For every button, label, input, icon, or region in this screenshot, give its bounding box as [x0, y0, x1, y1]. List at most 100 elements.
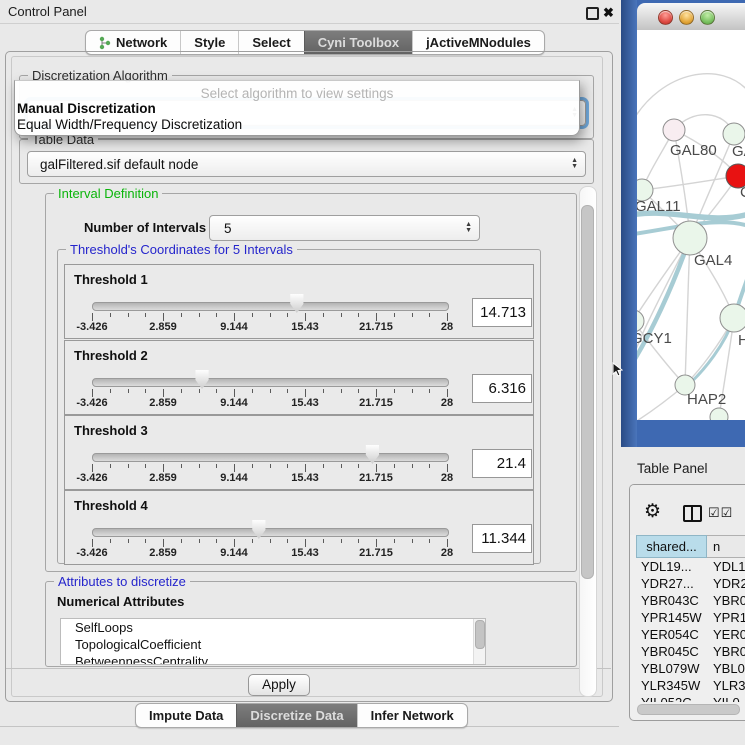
apply-button[interactable]: Apply: [248, 674, 310, 696]
application-window: Control Panel ✖ NetworkStyleSelectCyni T…: [0, 0, 745, 745]
network-edge[interactable]: [642, 176, 738, 190]
tick-mark: [163, 389, 164, 397]
node-label-hap2: HAP2: [687, 391, 726, 408]
tick-mark: [128, 539, 129, 543]
numerical-attributes-list[interactable]: SelfLoopsTopologicalCoefficientBetweenne…: [60, 618, 486, 665]
scale-label: 9.144: [220, 472, 248, 484]
tab-discretize-data[interactable]: Discretize Data: [236, 704, 356, 727]
threshold-slider-track[interactable]: [92, 453, 449, 462]
tab-label: Discretize Data: [250, 708, 343, 723]
threshold-label: Threshold 3: [74, 423, 148, 438]
scale-label: 28: [441, 397, 453, 409]
algorithm-dropdown-popup: Select algorithm to view settings Manual…: [14, 80, 580, 136]
tick-mark: [341, 539, 342, 543]
tick-mark: [92, 389, 93, 397]
main-scrollbar[interactable]: [579, 186, 597, 697]
attribute-item-selfloops[interactable]: SelfLoops: [61, 619, 485, 636]
tick-mark: [341, 389, 342, 393]
threshold-slider-track[interactable]: [92, 378, 449, 387]
scale-label: -3.426: [76, 397, 107, 409]
tick-mark: [234, 313, 235, 321]
table-row[interactable]: YBR043CYBR0: [636, 592, 745, 609]
checkbox-icons[interactable]: ☑☑: [708, 505, 733, 521]
cell-name: YBR0: [707, 643, 745, 660]
table-row[interactable]: YER054CYER0: [636, 626, 745, 643]
attribute-item-topologicalcoefficient[interactable]: TopologicalCoefficient: [61, 636, 485, 653]
network-node-gal4[interactable]: [673, 221, 707, 255]
threshold-value-field[interactable]: [472, 524, 532, 553]
scale-label: 2.859: [149, 321, 177, 333]
threshold-value-field[interactable]: [472, 374, 532, 403]
menu-item-manual-discretization[interactable]: Manual Discretization: [17, 101, 156, 116]
network-window-titlebar[interactable]: [637, 3, 745, 31]
main-scrollbar-thumb[interactable]: [581, 205, 594, 579]
close-icon[interactable]: ✖: [603, 7, 615, 19]
table-row[interactable]: YLR345WYLR3: [636, 677, 745, 694]
network-node[interactable]: [710, 408, 728, 420]
table-row[interactable]: YDL19...YDL1: [636, 558, 745, 575]
cell-shared-name: YLR345W: [636, 677, 707, 694]
network-node-ga[interactable]: [723, 123, 745, 145]
tick-mark: [181, 389, 182, 393]
cell-shared-name: YBR043C: [636, 592, 707, 609]
column-header-shared-name[interactable]: shared...: [636, 535, 707, 558]
network-node-h[interactable]: [720, 304, 745, 332]
scale-label: -3.426: [76, 547, 107, 559]
tab-infer-network[interactable]: Infer Network: [357, 704, 467, 727]
column-header-name[interactable]: n: [707, 535, 745, 558]
cell-shared-name: YBR045C: [636, 643, 707, 660]
menu-item-equal-width-frequency-discretization[interactable]: Equal Width/Frequency Discretization: [17, 117, 242, 132]
table-panel-title: Table Panel: [637, 461, 708, 476]
table-row[interactable]: YPR145WYPR1: [636, 609, 745, 626]
cell-shared-name: YER054C: [636, 626, 707, 643]
list-scrollbar-thumb[interactable]: [475, 620, 485, 649]
table-row[interactable]: YBL079WYBL0: [636, 660, 745, 677]
table-hscrollbar-thumb[interactable]: [637, 704, 740, 715]
network-node-gcy1[interactable]: [637, 310, 644, 332]
tick-mark: [199, 389, 200, 393]
threshold-slider-track[interactable]: [92, 302, 449, 311]
tab-label: Cyni Toolbox: [318, 35, 399, 50]
network-edge[interactable]: [637, 417, 719, 420]
scale-label: 9.144: [220, 397, 248, 409]
threshold-value-field[interactable]: [472, 449, 532, 478]
tab-label: jActiveMNodules: [426, 35, 531, 50]
tick-mark: [376, 389, 377, 397]
tick-mark: [252, 313, 253, 317]
float-window-icon[interactable]: [586, 7, 599, 20]
list-scrollbar[interactable]: [473, 619, 485, 664]
network-node-gal80[interactable]: [663, 119, 685, 141]
network-view-window: GAL80GACGAL11GAL4GCY1HHAP2: [621, 0, 745, 447]
network-edge[interactable]: [637, 74, 745, 122]
network-canvas[interactable]: GAL80GACGAL11GAL4GCY1HHAP2: [637, 30, 745, 420]
table-row[interactable]: YDR27...YDR2: [636, 575, 745, 592]
network-edge-thick[interactable]: [637, 238, 690, 372]
combo-arrows-icon: ▲▼: [465, 222, 472, 234]
zoom-traffic-light-icon[interactable]: [700, 10, 715, 25]
threshold-slider-track[interactable]: [92, 528, 449, 537]
tick-mark: [128, 313, 129, 317]
network-edge[interactable]: [685, 238, 690, 385]
close-traffic-light-icon[interactable]: [658, 10, 673, 25]
table-row[interactable]: YIL052CYIL0: [636, 694, 745, 702]
tick-mark: [412, 389, 413, 393]
table-row[interactable]: YBR045CYBR0: [636, 643, 745, 660]
split-column-icon[interactable]: [683, 505, 702, 522]
scale-label: -3.426: [76, 472, 107, 484]
table-hscrollbar[interactable]: [634, 704, 742, 714]
minimize-traffic-light-icon[interactable]: [679, 10, 694, 25]
cell-shared-name: YPR145W: [636, 609, 707, 626]
panel-title: Control Panel: [8, 4, 87, 19]
number-of-intervals-combobox[interactable]: 5 ▲▼: [209, 215, 480, 241]
tick-mark: [216, 389, 217, 393]
cell-name: YDL1: [707, 558, 745, 575]
tick-mark: [429, 464, 430, 468]
tick-mark: [323, 313, 324, 317]
attribute-item-betweennesscentrality[interactable]: BetweennessCentrality: [61, 653, 485, 665]
tab-impute-data[interactable]: Impute Data: [136, 704, 236, 727]
mouse-cursor: [612, 362, 623, 377]
tick-mark: [358, 313, 359, 317]
threshold-value-field[interactable]: [472, 298, 532, 327]
gear-icon[interactable]: ⚙: [644, 502, 661, 521]
table-data-combobox[interactable]: galFiltered.sif default node ▲▼: [27, 151, 586, 177]
